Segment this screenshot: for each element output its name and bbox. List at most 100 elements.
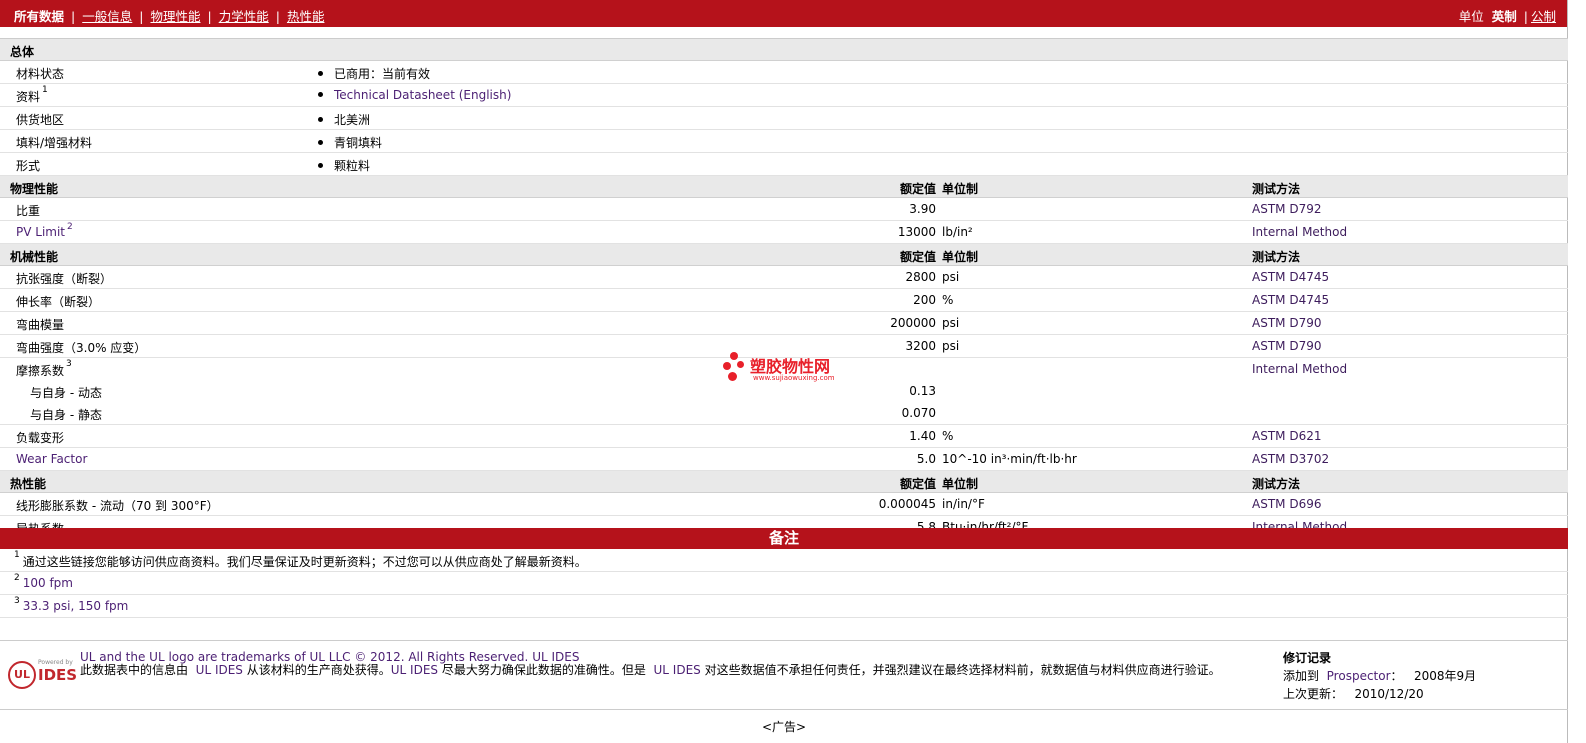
watermark-dot-icon (723, 362, 731, 370)
datasheet-link[interactable]: Technical Datasheet (English) (318, 88, 511, 102)
ul-ides-link[interactable]: UL IDES (196, 663, 243, 677)
row-unit: 10^-10 in³·min/ft·lb·hr (942, 452, 1077, 466)
table-row: 抗张强度（断裂） 2800 psi ASTM D4745 (0, 266, 1568, 289)
bullet-icon (318, 92, 323, 97)
table-row: 弯曲模量 200000 psi ASTM D790 (0, 312, 1568, 335)
row-value: 3.90 (909, 202, 936, 216)
units-label: 单位 (1458, 9, 1484, 24)
ul-ides-link[interactable]: UL IDES (532, 650, 579, 664)
row-label: 与自身 - 动态 (30, 386, 102, 400)
row-label: 填料/增强材料 (16, 136, 93, 150)
col-nominal-header: 额定值 (899, 182, 936, 196)
note-item: 1 通过这些链接您能够访问供应商资料。我们尽量保证及时更新资料；不过您可以从供应商… (0, 549, 1568, 572)
section-title: 总体 (10, 45, 35, 59)
row-label: 与自身 - 静态 (30, 408, 102, 422)
row-value: 200000 (890, 316, 936, 330)
nav-separator: | (71, 9, 76, 24)
table-row: 比重 3.90 ASTM D792 (0, 198, 1568, 221)
row-label: 伸长率（断裂） (16, 295, 101, 309)
disclaimer-text: 对这些数据值不承担任何责任，并强烈建议在最终选择材料前，就数据值与材料供应商进行… (704, 663, 1221, 677)
footnote-ref: 2 (67, 222, 73, 232)
row-label: 比重 (16, 204, 41, 218)
ul-ides-logo[interactable]: UL Powered by IDES (8, 653, 78, 693)
row-label: 供货地区 (16, 113, 65, 127)
section-header-general: 总体 (0, 39, 1568, 61)
section-header-physical: 物理性能 额定值 单位制 测试方法 (0, 176, 1568, 198)
updated-label: 上次更新： (1283, 687, 1344, 701)
prospector-link[interactable]: Prospector (1327, 667, 1391, 685)
col-unit-header: 单位制 (942, 477, 979, 491)
row-label: 摩擦系数 3 (16, 359, 72, 378)
units-imperial: 英制 (1491, 9, 1517, 24)
footer-disclaimer: UL and the UL logo are trademarks of UL … (80, 651, 1265, 677)
row-value: 1.40 (909, 429, 936, 443)
ul-ides-link[interactable]: UL IDES (654, 663, 701, 677)
section-header-thermal: 热性能 额定值 单位制 测试方法 (0, 471, 1568, 493)
row-test-method: ASTM D4745 (1252, 293, 1330, 307)
watermark-url: www.sujiaowuxing.com (753, 374, 835, 382)
row-unit: % (942, 293, 954, 307)
row-value: 3200 (905, 339, 936, 353)
row-test-method: Internal Method (1252, 362, 1348, 376)
section-nav: 所有数据 | 一般信息 | 物理性能 | 力学性能 | 热性能 (14, 6, 324, 25)
logo-ides: IDES (38, 666, 78, 684)
nav-mechanical[interactable]: 力学性能 (219, 6, 269, 25)
section-header-mechanical: 机械性能 额定值 单位制 测试方法 (0, 244, 1568, 266)
row-unit: psi (942, 339, 960, 353)
disclaimer-text: 尽最大努力确保此数据的准确性。但是 (441, 663, 646, 677)
units-metric-link[interactable]: 公制 (1531, 9, 1556, 24)
trademark-text: UL and the UL logo are trademarks of UL … (80, 650, 529, 664)
col-nominal-header: 额定值 (899, 477, 936, 491)
page-footer: UL Powered by IDES UL and the UL logo ar… (0, 640, 1568, 710)
col-unit-header: 单位制 (942, 182, 979, 196)
col-test-header: 测试方法 (1252, 477, 1301, 491)
table-row: 形式 颗粒料 (0, 153, 1568, 176)
row-unit: psi (942, 316, 960, 330)
footnote-ref: 1 (42, 85, 48, 95)
row-value: 13000 (897, 225, 936, 239)
row-value: 0.070 (901, 406, 936, 420)
bullet-icon (318, 117, 323, 122)
row-value: 2800 (905, 270, 936, 284)
table-row: 材料状态 已商用：当前有效 (0, 61, 1568, 84)
nav-thermal[interactable]: 热性能 (287, 6, 325, 25)
row-label-link[interactable]: Wear Factor (16, 452, 87, 466)
logo-powered-by: Powered by (38, 659, 73, 666)
bullet-icon (318, 140, 323, 145)
all-data-link[interactable]: 所有数据 (14, 6, 64, 25)
updated-date: 2010/12/20 (1354, 687, 1424, 701)
row-test-method: ASTM D790 (1252, 339, 1322, 353)
row-label: 资料 1 (16, 85, 48, 104)
note-number: 3 (14, 596, 20, 606)
revision-history: 修订记录 添加到 Prospector： 2008年9月 上次更新： 2010/… (1283, 651, 1477, 701)
bullet-icon (318, 163, 323, 168)
nav-physical[interactable]: 物理性能 (150, 6, 200, 25)
row-label: 弯曲强度（3.0% 应变） (16, 341, 147, 355)
note-text: 33.3 psi, 150 fpm (22, 599, 129, 613)
row-label-link[interactable]: PV Limit 2 (16, 222, 73, 239)
row-test-method: ASTM D621 (1252, 429, 1322, 443)
col-test-header: 测试方法 (1252, 250, 1301, 264)
ul-ides-link[interactable]: UL IDES (391, 663, 438, 677)
row-value: 5.0 (916, 452, 936, 466)
note-text: 100 fpm (22, 576, 73, 590)
section-title: 热性能 (10, 477, 47, 491)
table-row: 填料/增强材料 青铜填料 (0, 130, 1568, 153)
row-test-method: ASTM D3702 (1252, 452, 1330, 466)
note-number: 1 (14, 550, 20, 560)
row-unit: in/in/°F (942, 497, 985, 511)
table-row: 资料 1 Technical Datasheet (English) (0, 84, 1568, 107)
row-label: 形式 (16, 159, 41, 173)
disclaimer-text: 此数据表中的信息由 (80, 663, 189, 677)
units-separator: | (1523, 9, 1528, 24)
datasheet-table: 总体 材料状态 已商用：当前有效 资料 1 Technical Datasheet… (0, 38, 1568, 538)
table-row: 线形膨胀系数 - 流动（70 到 300°F） 0.000045 in/in/°… (0, 493, 1568, 516)
row-value: 北美洲 (318, 111, 370, 128)
nav-general-info[interactable]: 一般信息 (82, 6, 132, 25)
watermark-dot-icon (730, 352, 738, 360)
row-test-method: ASTM D792 (1252, 202, 1322, 216)
note-item: 3 33.3 psi, 150 fpm (0, 595, 1568, 618)
row-value: 已商用：当前有效 (318, 65, 430, 82)
col-test-header: 测试方法 (1252, 182, 1301, 196)
row-value: 200 (913, 293, 936, 307)
